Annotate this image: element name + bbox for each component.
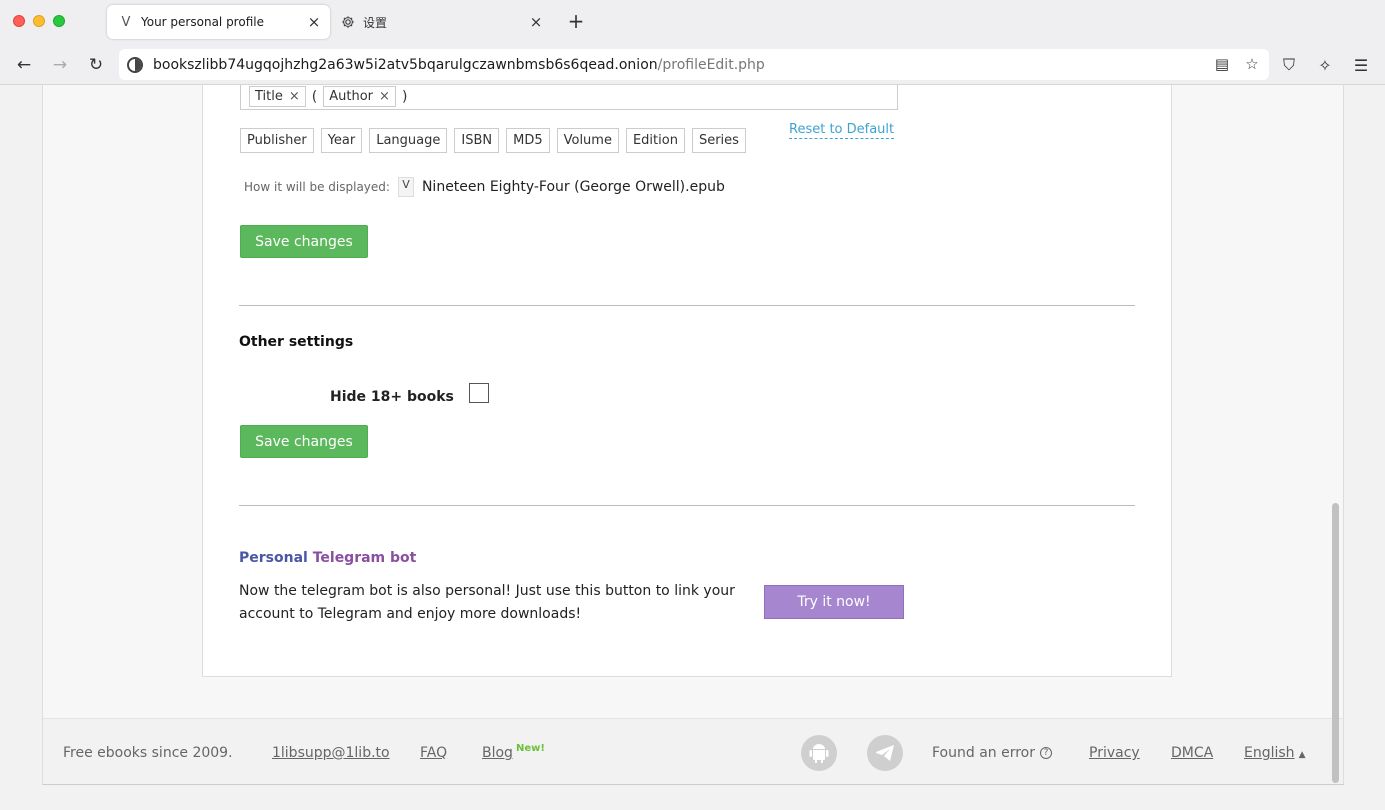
hide-18-label: Hide 18+ books	[330, 389, 454, 405]
new-tab-button[interactable]: +	[566, 11, 586, 31]
field-md5[interactable]: MD5	[506, 128, 550, 153]
found-an-error-link[interactable]: Found an error?	[932, 745, 1052, 761]
telegram-icon[interactable]	[867, 735, 903, 771]
field-isbn[interactable]: ISBN	[454, 128, 500, 153]
onion-site-icon	[127, 56, 143, 73]
reader-view-icon[interactable]: ▤	[1213, 54, 1231, 74]
tab-label: 设置	[363, 15, 388, 30]
preview-value: Nineteen Eighty-Four (George Orwell).epu…	[421, 179, 725, 195]
other-settings-title: Other settings	[239, 334, 354, 350]
close-window-button[interactable]	[13, 15, 25, 27]
preview-label: How it will be displayed:	[244, 180, 390, 194]
tab-your-personal-profile[interactable]: V Your personal profile ×	[107, 5, 330, 39]
language-selector[interactable]: English ▲	[1244, 745, 1305, 761]
profile-settings-panel: Title × ( Author × ) Publisher Year Lang…	[202, 85, 1172, 677]
footer-faq-link[interactable]: FAQ	[420, 745, 447, 761]
try-it-now-button[interactable]: Try it now!	[764, 585, 904, 619]
caret-up-icon: ▲	[1298, 750, 1306, 760]
filename-preview: How it will be displayed: V Nineteen Eig…	[244, 177, 725, 197]
field-edition[interactable]: Edition	[625, 128, 685, 153]
filename-format-input[interactable]: Title × ( Author × )	[240, 85, 898, 110]
save-changes-button-other[interactable]: Save changes	[240, 425, 368, 458]
token-author[interactable]: Author ×	[323, 86, 396, 107]
android-icon[interactable]	[801, 735, 837, 771]
footer-email-link[interactable]: 1libsupp@1lib.to	[272, 745, 390, 761]
field-publisher[interactable]: Publisher	[240, 128, 314, 153]
file-icon: V	[397, 177, 414, 197]
page-scrollbar[interactable]	[1330, 85, 1340, 810]
browser-chrome: V Your personal profile × 设置 × + ← → ↻ b…	[0, 0, 1385, 85]
save-changes-button[interactable]: Save changes	[240, 225, 368, 258]
hide-18-checkbox[interactable]	[469, 383, 489, 403]
address-bar[interactable]: bookszlibb74ugqojhzhg2a63w5i2atv5bqarulg…	[119, 49, 1269, 80]
token-title[interactable]: Title ×	[249, 86, 306, 107]
remove-token-icon[interactable]: ×	[379, 89, 390, 104]
footer-dmca-link[interactable]: DMCA	[1171, 745, 1213, 761]
footer-tagline: Free ebooks since 2009.	[63, 745, 233, 761]
footer: Free ebooks since 2009. 1libsupp@1lib.to…	[43, 718, 1343, 784]
tab-settings[interactable]: 设置 ×	[337, 5, 552, 39]
page-viewport: Title × ( Author × ) Publisher Year Lang…	[0, 85, 1385, 810]
zoom-window-button[interactable]	[53, 15, 65, 27]
forward-arrow-icon[interactable]: →	[48, 53, 72, 77]
help-icon: ?	[1040, 747, 1052, 759]
telegram-bot-title: Personal Telegram bot	[239, 550, 417, 566]
format-field-options: Publisher Year Language ISBN MD5 Volume …	[240, 128, 746, 153]
scrollbar-thumb[interactable]	[1332, 503, 1339, 783]
tab-label: Your personal profile	[141, 15, 264, 29]
page-wrapper: Title × ( Author × ) Publisher Year Lang…	[42, 85, 1344, 785]
url-text: bookszlibb74ugqojhzhg2a63w5i2atv5bqarulg…	[153, 56, 765, 73]
gear-icon	[341, 15, 355, 29]
library-v-icon: V	[121, 14, 131, 30]
reset-to-default-link[interactable]: Reset to Default	[789, 122, 895, 139]
shield-icon[interactable]: ⛉	[1277, 53, 1301, 77]
footer-privacy-link[interactable]: Privacy	[1089, 745, 1140, 761]
field-series[interactable]: Series	[691, 128, 746, 153]
divider	[239, 305, 1135, 306]
navigation-bar: ← → ↻ bookszlibb74ugqojhzhg2a63w5i2atv5b…	[0, 44, 1385, 85]
close-tab-icon[interactable]: ×	[526, 13, 546, 31]
new-identity-broom-icon[interactable]: ✧	[1313, 53, 1337, 77]
field-volume[interactable]: Volume	[556, 128, 619, 153]
telegram-bot-description: Now the telegram bot is also personal! J…	[239, 583, 735, 622]
divider	[239, 505, 1135, 506]
close-tab-icon[interactable]: ×	[304, 13, 324, 31]
tab-bar: V Your personal profile × 设置 × +	[0, 0, 1385, 44]
reload-icon[interactable]: ↻	[84, 53, 108, 77]
minimize-window-button[interactable]	[33, 15, 45, 27]
bookmark-star-icon[interactable]: ☆	[1243, 54, 1261, 74]
remove-token-icon[interactable]: ×	[289, 89, 300, 104]
hamburger-menu-icon[interactable]: ☰	[1349, 53, 1373, 77]
footer-blog[interactable]: Blog New!	[482, 743, 545, 761]
field-language[interactable]: Language	[369, 128, 448, 153]
new-badge: New!	[515, 743, 545, 754]
back-arrow-icon[interactable]: ←	[12, 53, 36, 77]
field-year[interactable]: Year	[320, 128, 363, 153]
